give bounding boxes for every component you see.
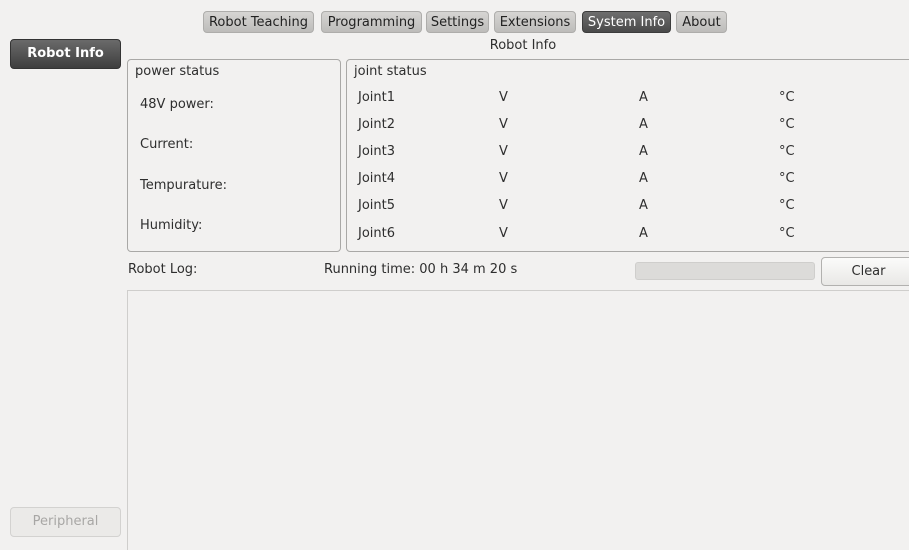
sidebar-item-robot-info[interactable]: Robot Info xyxy=(10,39,121,69)
robot-log-area[interactable] xyxy=(127,290,909,550)
joint-row: Joint4 V A °C xyxy=(347,171,909,191)
joint-voltage-unit: V xyxy=(499,117,508,132)
tab-programming[interactable]: Programming xyxy=(321,11,422,33)
power-temperature-label: Tempurature: xyxy=(140,178,227,193)
joint-voltage-unit: V xyxy=(499,198,508,213)
joint-temperature-unit: °C xyxy=(779,171,795,186)
joint-row: Joint5 V A °C xyxy=(347,198,909,218)
joint-name: Joint1 xyxy=(358,90,396,105)
joint-row: Joint2 V A °C xyxy=(347,117,909,137)
tab-system-info[interactable]: System Info xyxy=(582,11,671,33)
tab-settings[interactable]: Settings xyxy=(426,11,489,33)
joint-voltage-unit: V xyxy=(499,171,508,186)
joint-temperature-unit: °C xyxy=(779,144,795,159)
power-status-title: power status xyxy=(135,64,220,79)
joint-row: Joint3 V A °C xyxy=(347,144,909,164)
power-humidity-label: Humidity: xyxy=(140,218,203,233)
joint-voltage-unit: V xyxy=(499,226,508,241)
tab-extensions[interactable]: Extensions xyxy=(494,11,576,33)
progress-bar xyxy=(635,262,815,280)
joint-temperature-unit: °C xyxy=(779,90,795,105)
clear-button[interactable]: Clear xyxy=(821,257,909,286)
joint-current-unit: A xyxy=(639,171,648,186)
joint-status-group: joint status Joint1 V A °C Joint2 V A °C… xyxy=(346,59,909,252)
joint-name: Joint6 xyxy=(358,226,396,241)
joint-status-title: joint status xyxy=(354,64,427,79)
joint-name: Joint2 xyxy=(358,117,396,132)
tab-robot-teaching[interactable]: Robot Teaching xyxy=(203,11,314,33)
joint-temperature-unit: °C xyxy=(779,198,795,213)
joint-current-unit: A xyxy=(639,144,648,159)
joint-current-unit: A xyxy=(639,90,648,105)
joint-temperature-unit: °C xyxy=(779,117,795,132)
power-status-group: power status 48V power: Current: Tempura… xyxy=(127,59,341,252)
power-current-label: Current: xyxy=(140,137,194,152)
robot-log-label: Robot Log: xyxy=(128,262,198,277)
running-time-text: Running time: 00 h 34 m 20 s xyxy=(324,262,518,277)
joint-temperature-unit: °C xyxy=(779,226,795,241)
joint-current-unit: A xyxy=(639,117,648,132)
joint-row: Joint6 V A °C xyxy=(347,226,909,246)
joint-name: Joint4 xyxy=(358,171,396,186)
power-48v-label: 48V power: xyxy=(140,97,214,112)
page-title: Robot Info xyxy=(489,38,557,53)
joint-voltage-unit: V xyxy=(499,144,508,159)
joint-current-unit: A xyxy=(639,226,648,241)
joint-name: Joint3 xyxy=(358,144,396,159)
tab-about[interactable]: About xyxy=(676,11,727,33)
joint-row: Joint1 V A °C xyxy=(347,90,909,110)
joint-name: Joint5 xyxy=(358,198,396,213)
joint-current-unit: A xyxy=(639,198,648,213)
joint-voltage-unit: V xyxy=(499,90,508,105)
